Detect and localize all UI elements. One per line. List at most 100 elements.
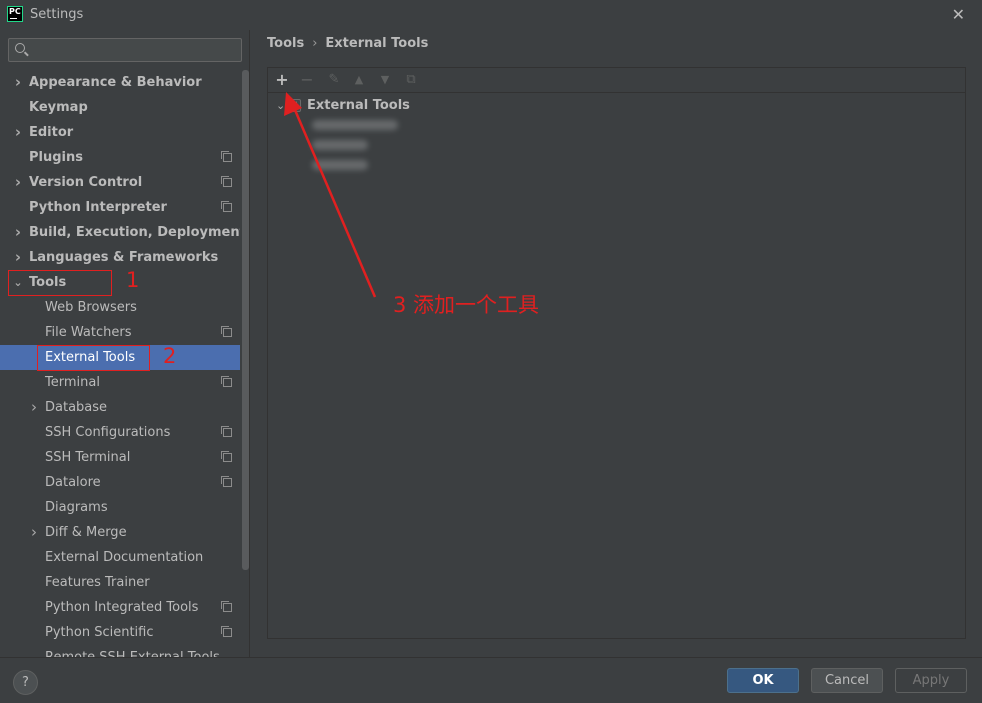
dialog-button-bar: ? OK Cancel Apply [0,657,982,703]
close-icon[interactable]: ✕ [952,5,965,24]
pycharm-logo-icon: PC [7,6,23,22]
window-title: Settings [30,7,84,22]
sidebar-item-datalore[interactable]: Datalore [0,470,240,495]
sidebar-item-diff-merge[interactable]: › Diff & Merge [0,520,240,545]
breadcrumb: Tools › External Tools [267,36,428,51]
cancel-button[interactable]: Cancel [811,668,883,693]
annotation-add-tool-text: 3 添加一个工具 [393,293,540,317]
project-level-copy-icon [221,426,232,437]
sidebar-item-label: Keymap [29,100,88,115]
annotation-box-tools [8,270,112,296]
sidebar-item-plugins[interactable]: Plugins [0,145,240,170]
project-level-copy-icon [221,201,232,212]
annotation-number-2: 2 [163,344,177,368]
chevron-right-icon[interactable]: › [13,245,23,270]
title-bar: PC Settings ✕ [0,0,982,30]
sidebar-item-python-interpreter[interactable]: Python Interpreter [0,195,240,220]
sidebar-item-python-scientific[interactable]: Python Scientific [0,620,240,645]
settings-content: Tools › External Tools + − ✎ ▲ ▼ ⧉ ⌄ ✓ Ext… [251,30,982,657]
project-level-copy-icon [221,376,232,387]
edit-tool-button[interactable]: ✎ [324,70,344,90]
sidebar-item-build-execution-deployment[interactable]: › Build, Execution, Deployment [0,220,240,245]
project-level-copy-icon [221,476,232,487]
sidebar-item-label: SSH Configurations [45,425,171,440]
external-tools-group-label: External Tools [307,97,410,113]
add-tool-button[interactable]: + [272,70,292,90]
sidebar-item-appearance-behavior[interactable]: › Appearance & Behavior [0,70,240,95]
chevron-down-icon[interactable]: ⌄ [276,99,288,112]
sidebar-item-label: Remote SSH External Tools [45,650,220,657]
sidebar-item-editor[interactable]: › Editor [0,120,240,145]
sidebar-item-label: Database [45,400,108,415]
sidebar-item-label: Languages & Frameworks [29,250,219,265]
chevron-right-icon[interactable]: › [13,70,23,95]
sidebar-item-label: Terminal [45,375,100,390]
sidebar-item-label: Version Control [29,175,143,190]
sidebar-item-keymap[interactable]: Keymap [0,95,240,120]
sidebar-item-label: Diff & Merge [45,525,127,540]
sidebar-item-label: Appearance & Behavior [29,75,202,90]
sidebar-item-label: Features Trainer [45,575,150,590]
ok-button[interactable]: OK [727,668,799,693]
sidebar-item-ssh-configurations[interactable]: SSH Configurations [0,420,240,445]
breadcrumb-current: External Tools [325,36,429,51]
move-up-button[interactable]: ▲ [349,70,369,90]
sidebar-item-version-control[interactable]: › Version Control [0,170,240,195]
sidebar-item-label: File Watchers [45,325,132,340]
sidebar-item-diagrams[interactable]: Diagrams [0,495,240,520]
sidebar-item-ssh-terminal[interactable]: SSH Terminal [0,445,240,470]
chevron-right-icon[interactable]: › [13,170,23,195]
breadcrumb-separator: › [312,36,318,51]
sidebar-item-file-watchers[interactable]: File Watchers [0,320,240,345]
annotation-box-external-tools [37,345,150,371]
search-input[interactable] [31,40,239,60]
blurred-tool-item[interactable] [312,160,368,170]
chevron-right-icon[interactable]: › [29,520,39,545]
sidebar-item-database[interactable]: › Database [0,395,240,420]
sidebar-item-features-trainer[interactable]: Features Trainer [0,570,240,595]
search-box[interactable] [8,38,242,62]
sidebar-item-label: Plugins [29,150,83,165]
project-level-copy-icon [221,451,232,462]
sidebar-item-python-integrated-tools[interactable]: Python Integrated Tools [0,595,240,620]
breadcrumb-parent[interactable]: Tools [267,36,304,51]
chevron-right-icon[interactable]: › [13,220,23,245]
sidebar-item-label: Editor [29,125,74,140]
chevron-right-icon[interactable]: › [13,120,23,145]
sidebar-item-label: Python Integrated Tools [45,600,199,615]
blurred-tool-item[interactable] [312,120,398,130]
sidebar-scrollbar[interactable] [242,70,249,570]
apply-button[interactable]: Apply [895,668,967,693]
sidebar-item-label: External Documentation [45,550,204,565]
move-down-button[interactable]: ▼ [375,70,395,90]
project-level-copy-icon [221,176,232,187]
sidebar-item-label: Python Interpreter [29,200,167,215]
copy-tool-button[interactable]: ⧉ [401,70,421,90]
search-icon [15,43,25,53]
sidebar-item-label: Web Browsers [45,300,137,315]
chevron-right-icon[interactable]: › [29,395,39,420]
group-checkbox[interactable]: ✓ [288,98,301,112]
sidebar-item-remote-ssh-external-tools[interactable]: Remote SSH External Tools [0,645,240,657]
sidebar-item-label: Diagrams [45,500,108,515]
project-level-copy-icon [221,601,232,612]
sidebar-item-label: SSH Terminal [45,450,131,465]
external-tools-panel: + − ✎ ▲ ▼ ⧉ ⌄ ✓ External Tools [267,67,966,639]
sidebar-item-languages-frameworks[interactable]: › Languages & Frameworks [0,245,240,270]
annotation-number-1: 1 [126,268,140,292]
project-level-copy-icon [221,151,232,162]
remove-tool-button[interactable]: − [297,70,317,90]
settings-sidebar: › Appearance & Behavior Keymap › Editor Plugi… [0,30,250,657]
sidebar-item-web-browsers[interactable]: Web Browsers [0,295,240,320]
external-tools-toolbar: + − ✎ ▲ ▼ ⧉ [268,68,965,93]
sidebar-item-label: Build, Execution, Deployment [29,225,240,240]
project-level-copy-icon [221,326,232,337]
sidebar-item-external-documentation[interactable]: External Documentation [0,545,240,570]
external-tools-group-row[interactable]: ⌄ ✓ External Tools [276,95,410,115]
blurred-tool-item[interactable] [312,140,368,150]
sidebar-item-label: Datalore [45,475,101,490]
sidebar-item-terminal[interactable]: Terminal [0,370,240,395]
sidebar-item-label: Python Scientific [45,625,154,640]
project-level-copy-icon [221,626,232,637]
help-button[interactable]: ? [13,670,38,695]
